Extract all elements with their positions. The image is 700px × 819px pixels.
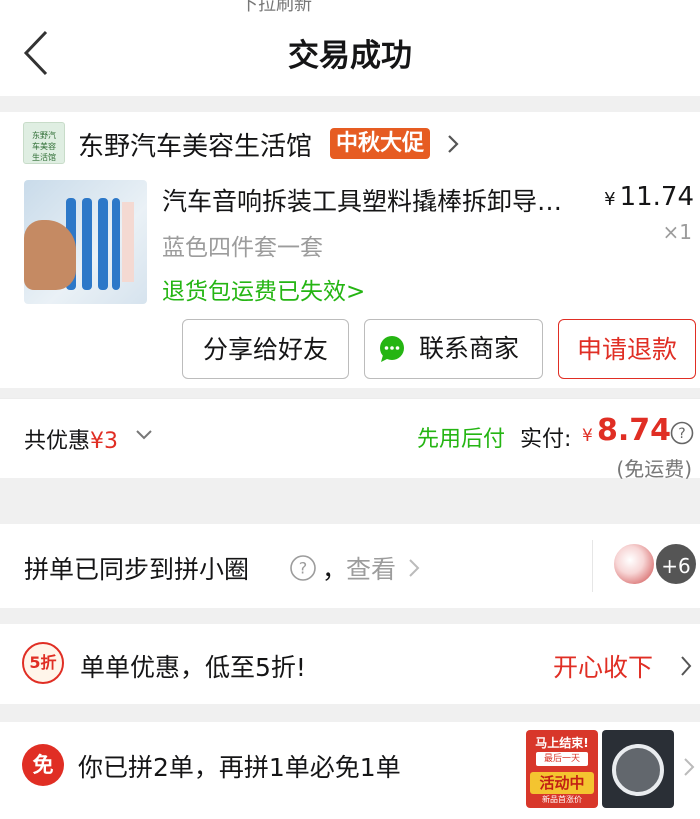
sync-text: 拼单已同步到拼小圈 (24, 555, 250, 584)
product-image-part (98, 198, 108, 290)
discount-label: 共优惠 (24, 429, 91, 454)
contact-seller-label: 联系商家 (419, 334, 520, 363)
product-price: ¥11.74 (604, 182, 694, 212)
product-title[interactable]: 汽车音响拆装工具塑料撬棒拆卸导… (162, 182, 592, 218)
paid-currency: ¥ (582, 426, 593, 446)
claim-offer-link[interactable]: 开心收下 (553, 648, 653, 684)
svg-text:?: ? (299, 559, 308, 578)
chevron-right-icon[interactable] (444, 132, 462, 156)
promo-card-line: 最后一天 (536, 752, 588, 766)
promo-product-card[interactable]: 马上结束! 最后一天 活动中 新品首涨价 (526, 730, 598, 808)
price-currency: ¥ (604, 189, 616, 210)
free-badge-icon: 免 (22, 744, 64, 786)
view-link[interactable]: 查看 (346, 550, 396, 586)
discount-promo-row[interactable]: 5折 单单优惠，低至5折! 开心收下 (0, 624, 700, 704)
store-promo-tag[interactable]: 中秋大促 (330, 128, 431, 159)
price-value: 11.74 (619, 182, 694, 212)
svg-text:?: ? (678, 426, 685, 442)
discount-badge-icon: 5折 (22, 642, 64, 684)
chevron-right-icon[interactable] (406, 557, 422, 579)
store-name[interactable]: 东野汽车美容生活馆 (78, 126, 312, 163)
sync-comma: ， (322, 555, 348, 584)
product-spec: 蓝色四件套一套 (162, 235, 323, 261)
header-bar: 下拉刷新 交易成功 (0, 0, 700, 96)
shipping-note: (免运费) (616, 457, 692, 481)
product-image-part (122, 202, 134, 282)
order-card: 东野汽 车美容 生活馆 东野汽车美容生活馆 中秋大促 汽车音响拆装工具塑料撬棒拆卸导… (0, 112, 700, 388)
question-circle-icon[interactable]: ? (289, 554, 317, 582)
divider (592, 540, 593, 592)
paid-label: 实付: (520, 427, 572, 452)
free-order-row[interactable]: 免 你已拼2单，再拼1单必免1单 马上结束! 最后一天 活动中 新品首涨价 (0, 722, 700, 819)
paid-amount: 8.74 (597, 413, 672, 448)
product-thumbnail[interactable] (602, 730, 674, 808)
refund-button[interactable]: 申请退款 (558, 319, 696, 379)
free-order-text: 你已拼2单，再拼1单必免1单 (78, 753, 401, 782)
avatar[interactable] (612, 542, 656, 586)
pay-later-label: 先用后付 (417, 427, 506, 452)
product-image[interactable] (24, 180, 147, 304)
status-bar-fragment: 下拉刷新 (240, 0, 312, 15)
product-image-part (82, 198, 92, 290)
promo-card-line: 新品首涨价 (542, 795, 582, 804)
promo-text: 单单优惠，低至5折! (80, 653, 306, 682)
discount-amount: ¥3 (90, 429, 119, 454)
chevron-down-icon[interactable] (135, 429, 153, 441)
contact-seller-button[interactable]: 联系商家 (364, 319, 543, 379)
store-logo[interactable]: 东野汽 车美容 生活馆 (23, 122, 65, 164)
product-image-part (112, 198, 120, 290)
payment-summary: 共优惠¥3 先用后付 实付: ¥ 8.74 ? (免运费) (0, 398, 700, 481)
group-sync-row[interactable]: 拼单已同步到拼小圈 ? ， 查看 +6 (0, 524, 700, 608)
chevron-right-icon[interactable] (682, 756, 696, 778)
product-image-part (24, 220, 76, 290)
product-thumbnail-shape (612, 744, 664, 796)
promo-card-line: 活动中 (530, 772, 594, 794)
return-shipping-note[interactable]: 退货包运费已失效> (162, 272, 365, 306)
discount-total[interactable]: 共优惠¥3 (24, 423, 118, 455)
product-quantity: ×1 (662, 220, 692, 244)
question-circle-icon[interactable]: ? (670, 421, 694, 445)
promo-card-line: 马上结束! (535, 736, 589, 750)
share-button[interactable]: 分享给好友 (182, 319, 349, 379)
more-members-badge[interactable]: +6 (654, 542, 698, 586)
page-title: 交易成功 (288, 38, 412, 74)
chevron-right-icon[interactable] (678, 654, 694, 678)
chat-bubble-icon (380, 336, 404, 362)
